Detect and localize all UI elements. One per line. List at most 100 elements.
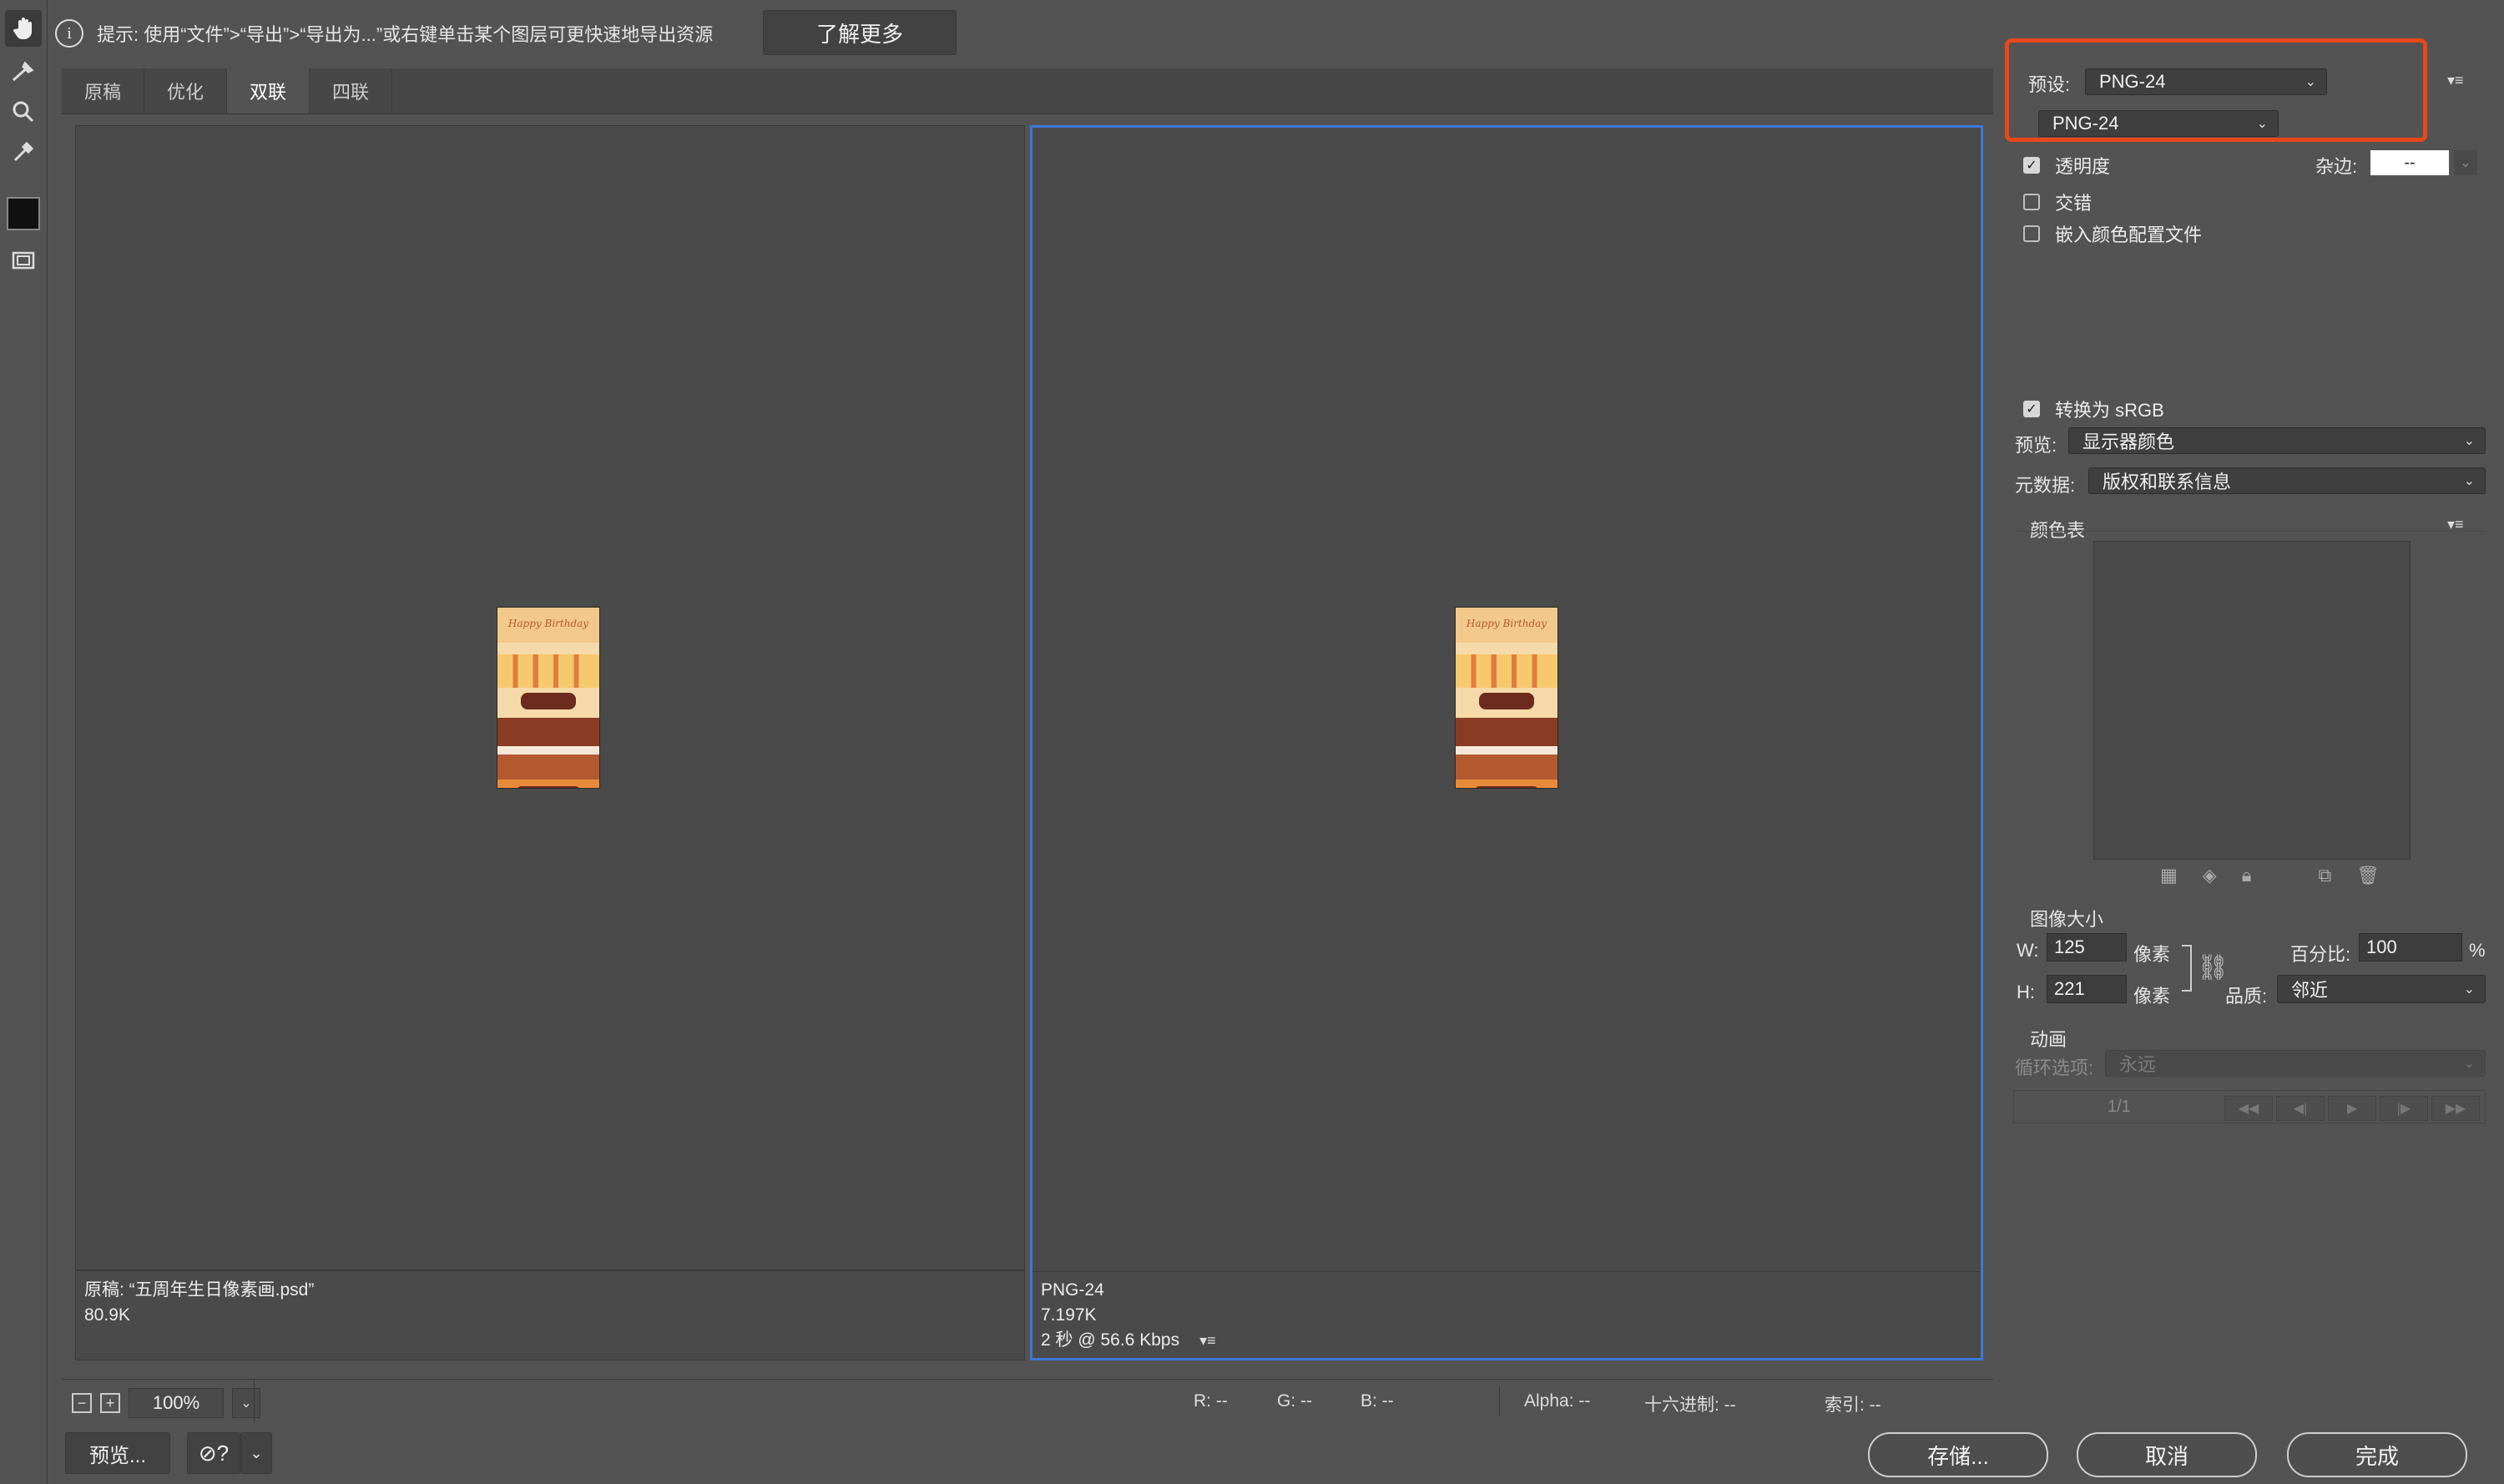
format-value: PNG-24	[2052, 113, 2119, 134]
percent-field[interactable]: 100	[2359, 933, 2462, 962]
chevron-down-icon: ⌄	[2463, 1057, 2475, 1071]
constrain-bracket	[2182, 945, 2192, 992]
red-readout: R: --	[1194, 1391, 1228, 1411]
tab-original[interactable]: 原稿	[62, 68, 144, 114]
hand-tool-icon[interactable]	[5, 10, 42, 47]
chevron-down-icon: ⌄	[2256, 117, 2268, 131]
hex-readout: 十六进制: --	[1644, 1396, 1736, 1415]
color-table[interactable]	[2093, 541, 2411, 860]
web-snap-icon[interactable]: ▦	[2160, 865, 2178, 886]
status-bar: − + 100% ⌄ R: -- G: -- B: -- Alpha: -- 十…	[62, 1379, 1993, 1423]
hint-bar: i 提示: 使用“文件”>“导出”>“导出为...”或右键单击某个图层可更快速地…	[55, 12, 713, 55]
transparency-option[interactable]: ✓ 透明度	[2023, 152, 2110, 179]
preset-label: 预设:	[2028, 74, 2071, 95]
previous-frame-icon[interactable]: ◀|	[2276, 1096, 2325, 1121]
cancel-button[interactable]: 取消	[2077, 1432, 2257, 1477]
interlaced-checkbox[interactable]	[2023, 194, 2040, 210]
convert-srgb-label: 转换为 sRGB	[2055, 400, 2164, 421]
optimized-image-thumbnail: Happy Birthday	[1455, 607, 1558, 789]
quality-value: 邻近	[2291, 980, 2329, 1001]
color-table-label: 颜色表	[2030, 520, 2086, 541]
width-field[interactable]: 125	[2047, 933, 2127, 962]
cube-icon[interactable]: ◈	[2203, 865, 2217, 886]
save-button[interactable]: 存储...	[1868, 1432, 2048, 1477]
preview-label: 预览:	[2015, 435, 2057, 456]
first-frame-icon[interactable]: ◀◀	[2224, 1096, 2273, 1121]
original-info-panel: 原稿: “五周年生日像素画.psd” 80.9K	[75, 1270, 1025, 1360]
eyedropper-tool-icon[interactable]	[5, 134, 42, 170]
view-tabs: 原稿 优化 双联 四联	[62, 68, 1993, 114]
chevron-down-icon: ⌄	[2463, 474, 2475, 488]
last-frame-icon[interactable]: ▶▶	[2431, 1096, 2480, 1121]
matte-color-field[interactable]: --	[2370, 150, 2449, 175]
optimized-preview-pane[interactable]: Happy Birthday PNG-24 7.197K 2 秒 @ 56.6 …	[1030, 125, 1983, 1360]
tab-optimized[interactable]: 优化	[144, 68, 227, 114]
learn-more-button[interactable]: 了解更多	[763, 10, 957, 55]
index-readout: 索引: --	[1825, 1396, 1881, 1415]
percent-sign: %	[2469, 940, 2486, 961]
tools-panel	[0, 0, 48, 1484]
zoom-level-field[interactable]: 100%	[129, 1388, 224, 1418]
tab-4-up[interactable]: 四联	[310, 68, 392, 114]
thumbnail-title: Happy Birthday	[1466, 618, 1547, 629]
thumbnail-title: Happy Birthday	[507, 618, 589, 629]
transparency-checkbox[interactable]: ✓	[2023, 157, 2040, 174]
convert-srgb-checkbox[interactable]: ✓	[2023, 401, 2040, 417]
interlaced-option[interactable]: 交错	[2023, 189, 2092, 215]
original-file-name: 原稿: “五周年生日像素画.psd”	[84, 1280, 315, 1300]
animation-label: 动画	[2030, 1029, 2067, 1050]
zoom-in-button[interactable]: +	[100, 1393, 120, 1413]
transparency-label: 透明度	[2055, 156, 2111, 177]
info-icon: i	[55, 19, 83, 48]
next-frame-icon[interactable]: |▶	[2380, 1096, 2428, 1121]
color-table-actions: ▦ ◈ 🔒︎ ⧉ 🗑︎	[2160, 865, 2380, 886]
browser-dropdown-icon[interactable]: ⌄	[240, 1432, 272, 1474]
metadata-select[interactable]: 版权和联系信息 ⌄	[2088, 467, 2486, 494]
browser-icon: ⊘?	[198, 1440, 230, 1466]
new-color-icon[interactable]: ⧉	[2318, 865, 2331, 886]
done-button[interactable]: 完成	[2287, 1432, 2467, 1477]
tab-2-up[interactable]: 双联	[227, 68, 310, 114]
convert-srgb-option[interactable]: ✓ 转换为 sRGB	[2023, 396, 2164, 422]
blue-readout: B: --	[1361, 1391, 1394, 1411]
loop-label: 循环选项:	[2015, 1057, 2094, 1078]
hint-text: 提示: 使用“文件”>“导出”>“导出为...”或右键单击某个图层可更快速地导出…	[97, 24, 714, 45]
chevron-down-icon: ⌄	[2305, 75, 2316, 89]
matte-dropdown-icon[interactable]: ⌄	[2454, 150, 2477, 175]
toggle-slices-visibility-icon[interactable]	[5, 242, 42, 279]
embed-profile-checkbox[interactable]	[2023, 225, 2040, 242]
height-field[interactable]: 221	[2047, 975, 2127, 1003]
original-preview-pane[interactable]: Happy Birthday	[75, 125, 1025, 1270]
image-size-label: 图像大小	[2030, 909, 2104, 930]
height-label: H:	[2017, 982, 2035, 1002]
frame-counter: 1/1	[2108, 1098, 2131, 1116]
zoom-tool-icon[interactable]	[5, 93, 42, 130]
quality-select[interactable]: 邻近 ⌄	[2277, 975, 2486, 1003]
loop-select[interactable]: 永远 ⌄	[2105, 1050, 2486, 1077]
preview-value: 显示器颜色	[2082, 432, 2175, 452]
browser-icon-button[interactable]: ⊘?	[187, 1432, 240, 1474]
trash-icon[interactable]: 🗑︎	[2356, 865, 2380, 886]
format-select[interactable]: PNG-24 ⌄	[2038, 110, 2279, 137]
metadata-label: 元数据:	[2015, 475, 2076, 496]
download-speed-menu-icon[interactable]: ▾≡	[1199, 1328, 1216, 1353]
quality-label: 品质:	[2225, 986, 2268, 1007]
embed-profile-label: 嵌入颜色配置文件	[2055, 225, 2203, 245]
optimize-menu-icon[interactable]: ▾≡	[2447, 72, 2464, 89]
play-icon[interactable]: ▶	[2328, 1096, 2376, 1121]
optimized-file-size: 7.197K	[1041, 1305, 1097, 1325]
zoom-out-button[interactable]: −	[72, 1393, 92, 1413]
embed-profile-option[interactable]: 嵌入颜色配置文件	[2023, 220, 2202, 247]
metadata-value: 版权和联系信息	[2103, 472, 2232, 492]
lock-icon[interactable]: 🔒︎	[2242, 865, 2252, 886]
original-file-size: 80.9K	[84, 1305, 130, 1325]
slice-select-tool-icon[interactable]	[5, 53, 42, 90]
alpha-readout: Alpha: --	[1524, 1391, 1591, 1411]
preset-select[interactable]: PNG-24 ⌄	[2085, 68, 2327, 95]
eyedropper-color-swatch[interactable]	[7, 197, 40, 230]
link-icon[interactable]: ⛓︎	[2197, 953, 2229, 982]
percent-label: 百分比:	[2290, 944, 2351, 965]
preview-select[interactable]: 显示器颜色 ⌄	[2068, 427, 2486, 454]
original-image-thumbnail: Happy Birthday	[497, 607, 600, 789]
preview-in-browser-button[interactable]: 预览...	[65, 1432, 170, 1474]
